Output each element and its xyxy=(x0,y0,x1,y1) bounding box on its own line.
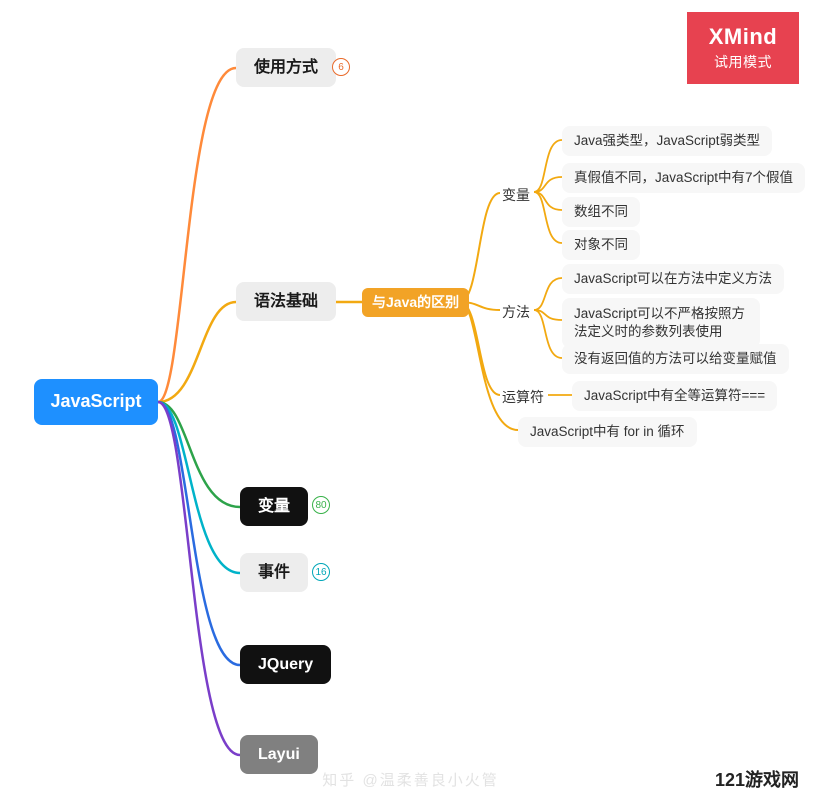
leaf-method-nested[interactable]: JavaScript可以在方法中定义方法 xyxy=(562,264,784,294)
topic-events[interactable]: 事件 xyxy=(240,553,308,592)
footer-watermark: 121游戏网 xyxy=(715,766,799,792)
leaf-for-in[interactable]: JavaScript中有 for in 循环 xyxy=(518,417,697,447)
leaf-method-params[interactable]: JavaScript可以不严格按照方法定义时的参数列表使用 xyxy=(562,298,760,348)
topic-syntax-label: 语法基础 xyxy=(254,292,318,311)
topic-events-count: 16 xyxy=(315,567,326,578)
leaf-operator-strict-eq[interactable]: JavaScript中有全等运算符=== xyxy=(572,381,777,411)
zhihu-watermark: 知乎 @温柔善良小火管 xyxy=(322,769,498,790)
topic-jquery[interactable]: JQuery xyxy=(240,645,331,684)
leaf-method-noreturn[interactable]: 没有返回值的方法可以给变量赋值 xyxy=(562,344,789,374)
xmind-badge-subtitle: 试用模式 xyxy=(714,52,772,72)
topic-events-label: 事件 xyxy=(258,563,290,582)
root-label: JavaScript xyxy=(50,391,141,413)
topic-usage-count-badge: 6 xyxy=(332,58,350,76)
topic-variables-count: 80 xyxy=(315,500,326,511)
leaf-var-truthy[interactable]: 真假值不同，JavaScript中有7个假值 xyxy=(562,163,805,193)
topic-syntax[interactable]: 语法基础 xyxy=(236,282,336,321)
subtopic-java-diff[interactable]: 与Java的区别 xyxy=(362,288,469,317)
root-node-javascript[interactable]: JavaScript xyxy=(34,379,158,425)
topic-jquery-label: JQuery xyxy=(258,655,313,674)
topic-usage-count: 6 xyxy=(338,62,344,73)
topic-variables-label: 变量 xyxy=(258,497,290,516)
topic-layui[interactable]: Layui xyxy=(240,735,318,774)
xmind-trial-badge: XMind 试用模式 xyxy=(687,12,799,84)
topic-variables[interactable]: 变量 xyxy=(240,487,308,526)
topic-variables-count-badge: 80 xyxy=(312,496,330,514)
xmind-badge-title: XMind xyxy=(709,24,778,50)
group-methods-label: 方法 xyxy=(502,304,530,321)
group-operators-label: 运算符 xyxy=(502,389,544,406)
topic-usage[interactable]: 使用方式 xyxy=(236,48,336,87)
topic-usage-label: 使用方式 xyxy=(254,58,318,77)
subtopic-java-diff-label: 与Java的区别 xyxy=(372,294,459,311)
group-variables[interactable]: 变量 xyxy=(500,183,532,208)
group-methods[interactable]: 方法 xyxy=(500,300,532,325)
group-operators[interactable]: 运算符 xyxy=(500,385,546,410)
leaf-var-typing[interactable]: Java强类型，JavaScript弱类型 xyxy=(562,126,772,156)
leaf-var-array[interactable]: 数组不同 xyxy=(562,197,640,227)
topic-events-count-badge: 16 xyxy=(312,563,330,581)
topic-layui-label: Layui xyxy=(258,745,300,764)
group-variables-label: 变量 xyxy=(502,187,530,204)
leaf-var-object[interactable]: 对象不同 xyxy=(562,230,640,260)
